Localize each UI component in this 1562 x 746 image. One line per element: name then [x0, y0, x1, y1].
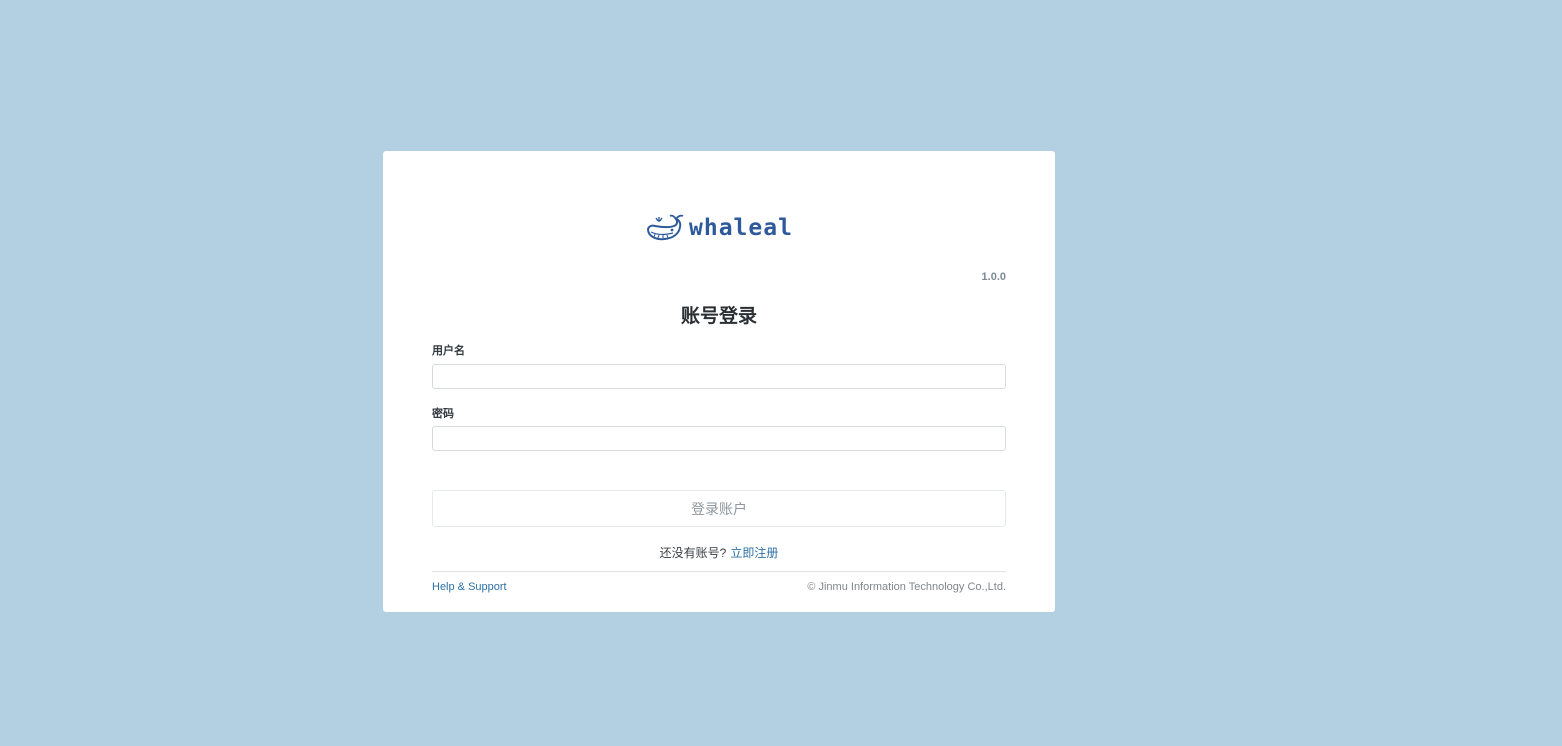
password-label: 密码	[432, 408, 454, 420]
register-link[interactable]: 立即注册	[730, 546, 778, 560]
username-label: 用户名	[432, 345, 465, 357]
login-card: whaleal 1.0.0 账号登录 用户名 密码 登录账户 还没有账号? 立即注…	[383, 151, 1055, 612]
version-label: 1.0.0	[981, 271, 1006, 283]
page-title: 账号登录	[680, 306, 757, 327]
no-account-text: 还没有账号?	[659, 546, 727, 560]
brand-name: whaleal	[689, 214, 793, 241]
username-input[interactable]	[432, 364, 1006, 389]
copyright-text: © Jinmu Information Technology Co.,Ltd.	[807, 581, 1006, 593]
footer-divider	[432, 571, 1006, 572]
password-input[interactable]	[432, 426, 1006, 451]
brand-logo: whaleal	[645, 211, 793, 245]
whale-logo-icon	[646, 214, 684, 241]
help-support-link[interactable]: Help & Support	[432, 581, 507, 593]
login-button[interactable]: 登录账户	[432, 490, 1006, 527]
register-prompt: 还没有账号? 立即注册	[383, 544, 1055, 561]
